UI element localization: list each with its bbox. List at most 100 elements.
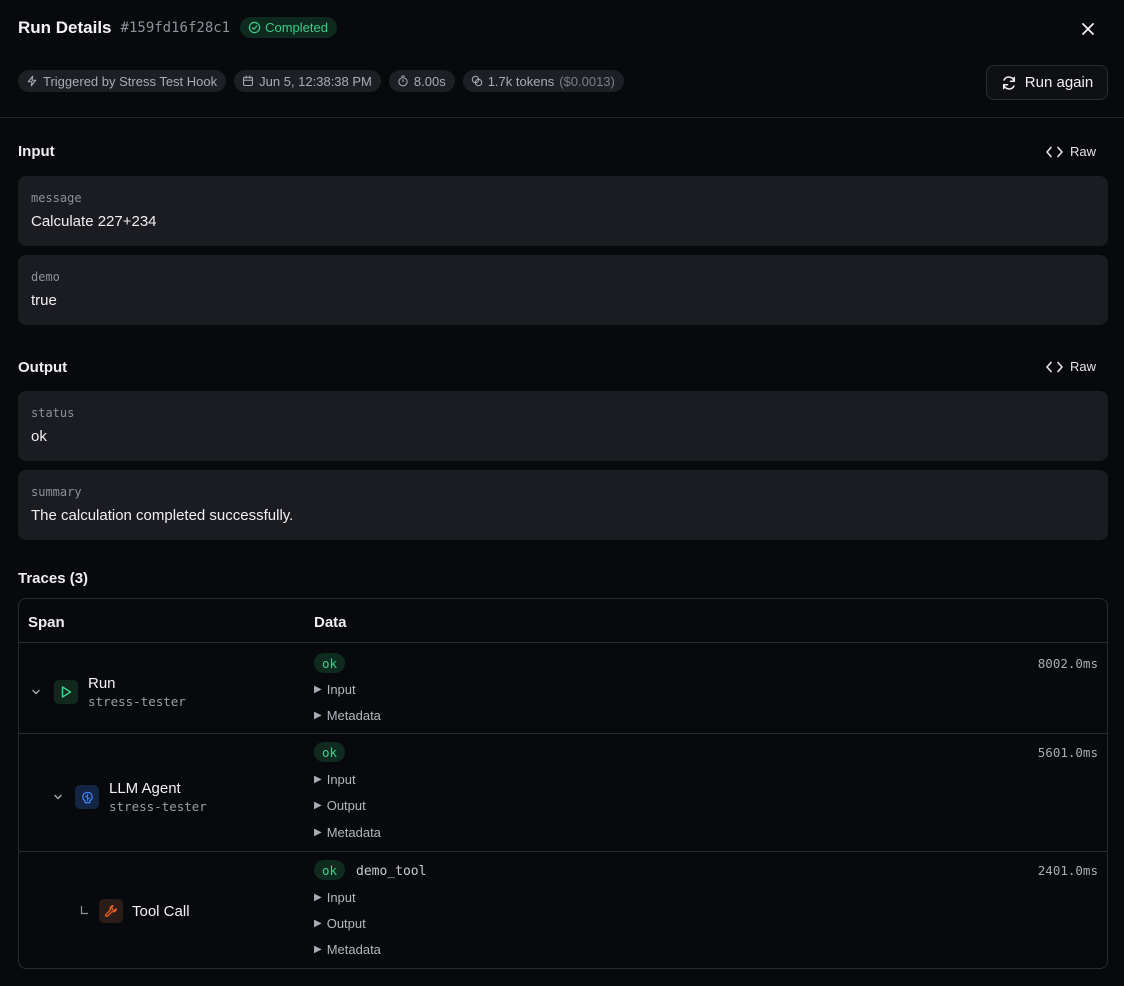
expander-label: Input — [326, 890, 356, 905]
status-pill: ok — [314, 653, 346, 673]
field-value: Calculate 227+234 — [31, 213, 157, 230]
tool-span-icon — [99, 899, 123, 923]
trace-row-tool-call[interactable]: Tool Call ok demo_tool 2401.0ms ▶ Input ▶… — [19, 852, 1107, 968]
play-icon — [61, 686, 72, 698]
datetime-label: Jun 5, 12:38:38 PM — [259, 73, 372, 89]
span-name: Run — [88, 675, 116, 692]
field-key: message — [31, 191, 82, 205]
collapse-toggle[interactable] — [29, 685, 43, 699]
run-id: #159fd16f28c1 — [120, 19, 231, 36]
run-again-label: Run again — [1024, 74, 1094, 91]
tool-name: demo_tool — [356, 864, 427, 879]
field-value: The calculation completed successfully. — [31, 507, 294, 524]
input-raw-label: Raw — [1070, 144, 1097, 159]
trace-row-llm-agent[interactable]: LLM Agent stress-tester ok 5601.0ms ▶ Inp… — [19, 734, 1107, 852]
span-duration: 8002.0ms — [1037, 656, 1098, 671]
status-label: Completed — [265, 20, 328, 35]
check-circle-icon — [248, 21, 261, 34]
tree-branch-icon — [80, 906, 88, 915]
span-name: LLM Agent — [109, 780, 181, 797]
span-cell: Run stress-tester — [29, 675, 186, 709]
status-badge: Completed — [240, 17, 337, 38]
expand-output[interactable]: ▶ Output — [314, 916, 366, 931]
calendar-icon — [243, 75, 254, 87]
column-header-span: Span — [28, 614, 65, 631]
traces-table-header: Span Data — [19, 599, 1107, 643]
chevron-down-icon — [54, 794, 62, 800]
input-field-demo: demo true — [18, 255, 1108, 325]
span-duration: 2401.0ms — [1037, 863, 1098, 878]
code-icon — [1046, 146, 1063, 157]
page-title: Run Details — [18, 17, 112, 37]
collapse-toggle[interactable] — [51, 790, 65, 804]
expand-metadata[interactable]: ▶ Metadata — [314, 942, 381, 957]
triangle-right-icon: ▶ — [314, 827, 322, 838]
timer-icon — [398, 75, 408, 87]
triangle-right-icon: ▶ — [314, 684, 322, 695]
expand-output[interactable]: ▶ Output — [314, 798, 366, 813]
output-raw-button[interactable]: Raw — [1046, 359, 1096, 374]
traces-table: Span Data Run stress-tester ok 8002.0ms … — [18, 598, 1108, 969]
run-span-icon — [54, 680, 78, 704]
wrench-icon — [105, 905, 117, 917]
span-name: Tool Call — [132, 902, 190, 920]
triangle-right-icon: ▶ — [314, 800, 322, 811]
input-raw-button[interactable]: Raw — [1046, 144, 1096, 159]
span-duration: 5601.0ms — [1037, 745, 1098, 760]
output-field-status: status ok — [18, 391, 1108, 461]
column-header-data: Data — [314, 614, 347, 631]
field-key: demo — [31, 270, 60, 284]
expand-input[interactable]: ▶ Input — [314, 772, 356, 787]
traces-section-title: Traces (3) — [18, 570, 89, 587]
run-meta: Triggered by Stress Test Hook Jun 5, 12:… — [18, 70, 624, 92]
field-key: summary — [31, 485, 82, 499]
chevron-down-icon — [32, 689, 40, 695]
cost-label: ($0.0013) — [559, 73, 615, 89]
expander-label: Metadata — [326, 708, 381, 723]
input-section-title: Input — [18, 143, 55, 160]
run-header: Run Details #159fd16f28c1 Completed Trig… — [0, 0, 1124, 118]
span-labels: Run stress-tester — [88, 675, 186, 709]
tokens-label: 1.7k tokens — [487, 73, 555, 89]
refresh-icon — [1002, 75, 1015, 90]
span-cell: Tool Call — [79, 899, 190, 923]
title-row: Run Details #159fd16f28c1 Completed — [18, 17, 337, 38]
triangle-right-icon: ▶ — [314, 892, 322, 903]
triangle-right-icon: ▶ — [314, 918, 322, 929]
close-icon — [1082, 23, 1094, 35]
agent-span-icon — [75, 785, 99, 809]
status-pill: ok — [314, 742, 346, 762]
bolt-icon — [27, 75, 37, 87]
expander-label: Input — [326, 772, 356, 787]
datetime-chip: Jun 5, 12:38:38 PM — [234, 70, 381, 92]
expander-label: Output — [326, 916, 366, 931]
input-field-message: message Calculate 227+234 — [18, 176, 1108, 246]
span-service: stress-tester — [109, 799, 207, 814]
trigger-chip: Triggered by Stress Test Hook — [18, 70, 227, 92]
expand-input[interactable]: ▶ Input — [314, 682, 356, 697]
coins-icon — [471, 75, 482, 87]
duration-chip: 8.00s — [388, 70, 455, 92]
expander-label: Metadata — [326, 825, 381, 840]
close-button[interactable] — [1077, 18, 1099, 40]
span-service: stress-tester — [88, 694, 186, 709]
tokens-chip: 1.7k tokens ($0.0013) — [462, 70, 624, 92]
triangle-right-icon: ▶ — [314, 774, 322, 785]
output-section-title: Output — [18, 359, 68, 376]
expand-input[interactable]: ▶ Input — [314, 890, 356, 905]
triangle-right-icon: ▶ — [314, 944, 322, 955]
output-field-summary: summary The calculation completed succes… — [18, 470, 1108, 540]
span-cell: LLM Agent stress-tester — [51, 780, 207, 814]
expand-metadata[interactable]: ▶ Metadata — [314, 825, 381, 840]
duration-label: 8.00s — [413, 73, 446, 89]
triangle-right-icon: ▶ — [314, 710, 322, 721]
field-key: status — [31, 406, 75, 420]
span-labels: LLM Agent stress-tester — [109, 780, 207, 814]
expander-label: Output — [326, 798, 366, 813]
trace-row-run[interactable]: Run stress-tester ok 8002.0ms ▶ Input ▶ Me… — [19, 643, 1107, 734]
brain-icon — [81, 791, 93, 803]
run-again-button[interactable]: Run again — [986, 65, 1108, 100]
trigger-label: Triggered by Stress Test Hook — [43, 73, 218, 89]
expand-metadata[interactable]: ▶ Metadata — [314, 708, 381, 723]
field-value: true — [31, 292, 57, 309]
